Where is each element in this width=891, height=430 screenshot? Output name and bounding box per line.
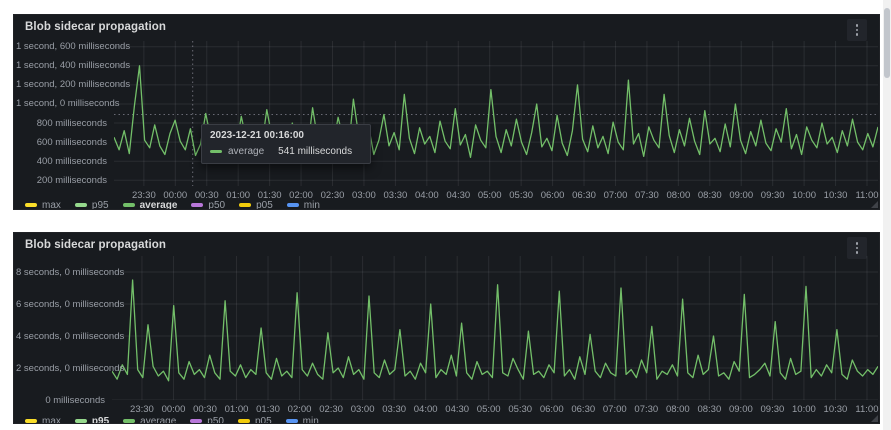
legend-item-label: p50 [207, 416, 224, 425]
legend-item-p05[interactable]: p05 [238, 416, 272, 425]
legend-item-min[interactable]: min [287, 200, 320, 211]
legend-item-p95[interactable]: p95 [75, 200, 109, 211]
y-axis-tick: 0 milliseconds [16, 395, 105, 406]
grafana-panel: Blob sidecar propagation max p95 average p5… [13, 232, 880, 424]
panel-menu-button[interactable] [847, 19, 867, 41]
y-axis-tick: 200 milliseconds [16, 175, 107, 186]
panel-title: Blob sidecar propagation [25, 239, 166, 251]
kebab-menu-icon [856, 247, 859, 250]
kebab-menu-icon [856, 251, 859, 254]
panel-resize-handle[interactable] [871, 201, 878, 208]
legend-item-label: p50 [208, 200, 225, 211]
y-axis-tick: 4 seconds, 0 milliseconds [16, 331, 105, 342]
y-axis-tick: 1 second, 400 milliseconds [16, 60, 107, 71]
tooltip-series-name: average [228, 146, 264, 157]
time-series-plot[interactable] [112, 256, 878, 400]
legend-item-max[interactable]: max [25, 416, 61, 425]
kebab-menu-icon [856, 24, 859, 27]
legend-item-label: average [140, 416, 176, 425]
legend-item-p50[interactable]: p50 [191, 200, 225, 211]
chart-tooltip: 2023-12-21 00:16:00 average 541 millisec… [201, 124, 371, 164]
y-axis-tick: 2 seconds, 0 milliseconds [16, 363, 105, 374]
panel-title: Blob sidecar propagation [25, 21, 166, 33]
legend-item-average[interactable]: average [123, 200, 178, 211]
panel-resize-handle[interactable] [871, 415, 878, 422]
tooltip-value: 541 milliseconds [278, 146, 352, 157]
series-color-swatch [123, 419, 135, 423]
series-color-swatch [239, 203, 251, 207]
y-axis-tick: 600 milliseconds [16, 137, 107, 148]
legend-item-max[interactable]: max [25, 200, 61, 211]
series-color-swatch [75, 203, 87, 207]
series-color-swatch [25, 419, 37, 423]
y-axis-tick: 1 second, 200 milliseconds [16, 79, 107, 90]
legend-item-min[interactable]: min [286, 416, 319, 425]
kebab-menu-icon [856, 29, 859, 32]
y-axis-tick: 6 seconds, 0 milliseconds [16, 299, 105, 310]
legend-item-p95[interactable]: p95 [75, 416, 109, 425]
series-color-swatch [123, 203, 135, 207]
kebab-menu-icon [856, 242, 859, 245]
y-axis-tick: 1 second, 0 milliseconds [16, 98, 107, 109]
kebab-menu-icon [856, 33, 859, 36]
legend-item-label: p95 [92, 416, 109, 425]
series-color-swatch [191, 203, 203, 207]
y-axis-tick: 8 seconds, 0 milliseconds [16, 267, 105, 278]
legend-item-label: max [42, 416, 61, 425]
series-color-swatch [25, 203, 37, 207]
time-series-plot[interactable] [114, 41, 878, 186]
scrollbar-thumb[interactable] [884, 8, 890, 78]
legend-item-label: p95 [92, 200, 109, 211]
legend-item-label: p05 [256, 200, 273, 211]
y-axis-tick: 800 milliseconds [16, 118, 107, 129]
series-color-swatch [286, 419, 298, 423]
grafana-panel: Blob sidecar propagation max p95 average p5… [13, 14, 880, 210]
x-axis-tick: 11:00 [847, 404, 880, 415]
series-line-p95 [112, 280, 878, 381]
legend-item-label: p05 [255, 416, 272, 425]
legend-item-label: max [42, 200, 61, 211]
series-color-swatch [287, 203, 299, 207]
legend-item-average[interactable]: average [123, 416, 176, 425]
tooltip-timestamp: 2023-12-21 00:16:00 [210, 130, 362, 141]
series-color-swatch [210, 150, 222, 154]
legend-item-label: min [304, 200, 320, 211]
series-color-swatch [238, 419, 250, 423]
y-axis-tick: 400 milliseconds [16, 156, 107, 167]
legend-item-label: min [303, 416, 319, 425]
y-axis-tick: 1 second, 600 milliseconds [16, 41, 107, 52]
x-axis-tick: 11:00 [847, 190, 880, 201]
legend-item-p05[interactable]: p05 [239, 200, 273, 211]
scrollbar-track[interactable] [883, 0, 891, 430]
panel-legend: max p95 average p50 p05 min [25, 414, 319, 424]
legend-item-p50[interactable]: p50 [190, 416, 224, 425]
series-color-swatch [75, 419, 87, 423]
series-color-swatch [190, 419, 202, 423]
legend-item-label: average [140, 200, 178, 211]
